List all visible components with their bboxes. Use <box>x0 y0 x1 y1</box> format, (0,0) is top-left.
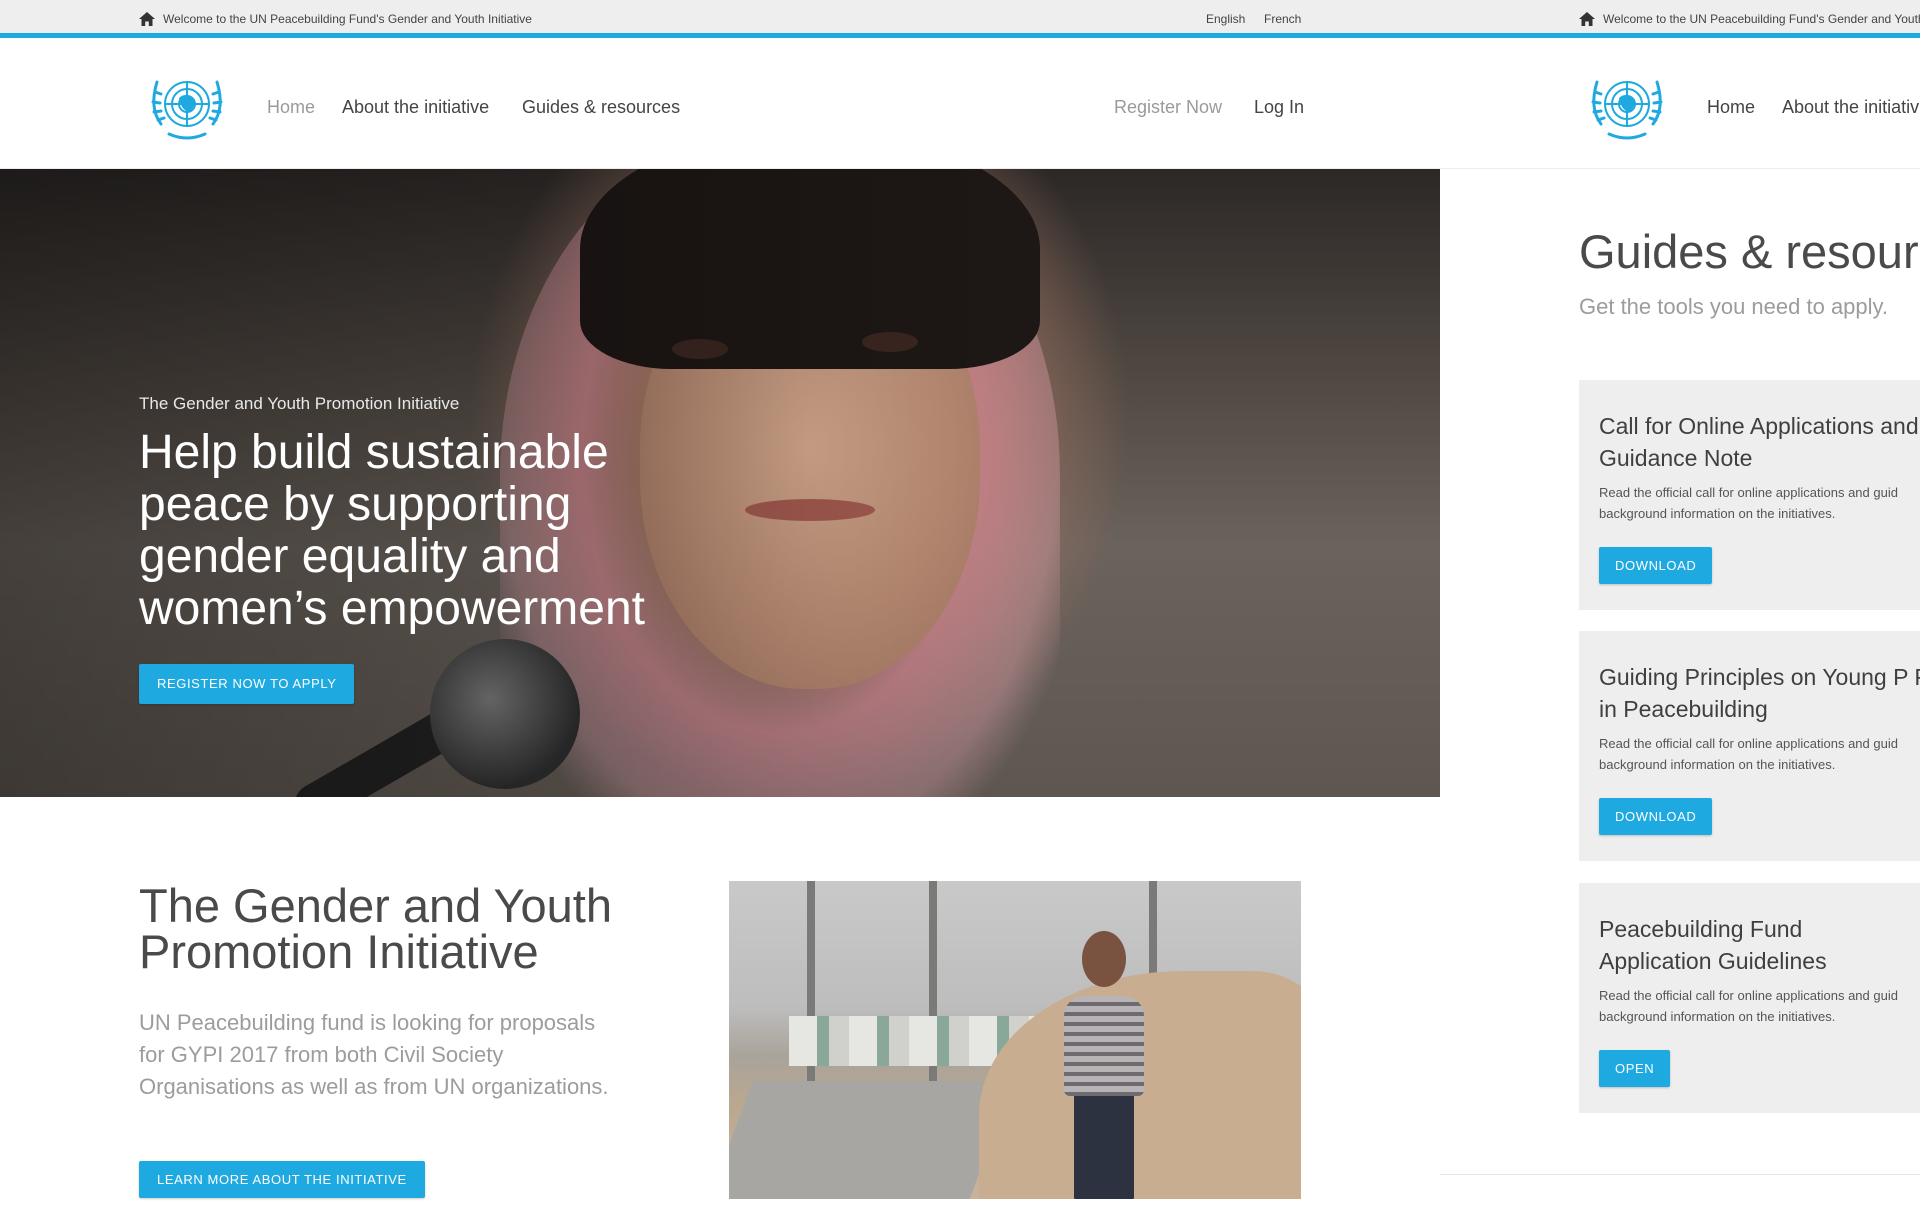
resource-card-title: Guiding Principles on Young P Participat… <box>1599 664 1920 722</box>
nav-home[interactable]: Home <box>1707 97 1755 118</box>
home-icon <box>139 12 155 26</box>
main-page-pane: Welcome to the UN Peacebuilding Fund's G… <box>0 0 1440 1230</box>
resource-card-text-line: Read the official call for online applic… <box>1599 485 1898 500</box>
site-header: Home About the initiativ <box>1440 43 1920 169</box>
download-button[interactable]: DOWNLOAD <box>1599 798 1713 835</box>
resource-card-text: Read the official call for online applic… <box>1599 733 1920 775</box>
resource-card-title: Peacebuilding Fund Application Guideline… <box>1599 916 1827 974</box>
photo-child-sweater <box>1064 996 1144 1096</box>
photo-child-head <box>1082 931 1126 987</box>
welcome-text: Welcome to the UN Peacebuilding Fund's G… <box>163 12 532 26</box>
language-english[interactable]: English <box>1206 12 1245 26</box>
resource-card-text: Read the official call for online applic… <box>1599 482 1920 524</box>
photo-child-legs <box>1074 1091 1134 1199</box>
intro-title: The Gender and Youth Promotion Initiativ… <box>139 879 613 978</box>
top-strip: Welcome to the UN Peacebuilding Fund's G… <box>1440 0 1920 38</box>
resource-card-text-line: background information on the initiative… <box>1599 1009 1836 1024</box>
photo-road <box>729 1081 1013 1199</box>
resource-card-text: Read the official call for online applic… <box>1599 985 1920 1027</box>
resource-card-text-line: Read the official call for online applic… <box>1599 988 1898 1003</box>
welcome-message: Welcome to the UN Peacebuilding Fund's G… <box>139 12 532 26</box>
nav-login[interactable]: Log In <box>1254 97 1304 118</box>
register-apply-button[interactable]: REGISTER NOW TO APPLY <box>139 664 355 704</box>
language-french[interactable]: French <box>1264 12 1301 26</box>
learn-more-button[interactable]: LEARN MORE ABOUT THE INITIATIVE <box>139 1161 425 1198</box>
nav-guides[interactable]: Guides & resources <box>522 97 680 118</box>
download-button[interactable]: DOWNLOAD <box>1599 547 1713 584</box>
un-emblem-icon[interactable] <box>1579 68 1675 144</box>
top-strip: Welcome to the UN Peacebuilding Fund's G… <box>0 0 1440 38</box>
resource-card: Peacebuilding Fund Application Guideline… <box>1579 883 1920 1113</box>
guides-subtitle: Get the tools you need to apply. <box>1579 294 1889 319</box>
guides-title: Guides & resourc <box>1579 225 1920 278</box>
nav-home[interactable]: Home <box>267 97 315 118</box>
nav-register[interactable]: Register Now <box>1114 97 1222 118</box>
guides-page-pane: Welcome to the UN Peacebuilding Fund's G… <box>1440 0 1920 1230</box>
resource-card-text-line: background information on the initiative… <box>1599 506 1836 521</box>
resource-card-text-line: Read the official call for online applic… <box>1599 736 1898 751</box>
nav-about[interactable]: About the initiative <box>342 97 489 118</box>
welcome-message: Welcome to the UN Peacebuilding Fund's G… <box>1579 12 1920 26</box>
photo-pole <box>807 881 815 1101</box>
nav-about[interactable]: About the initiativ <box>1782 97 1919 118</box>
un-emblem-icon[interactable] <box>139 68 235 144</box>
hero-title: Help build sustainable peace by supporti… <box>139 426 645 635</box>
child-photo <box>729 881 1301 1199</box>
photo-pole <box>929 881 937 1101</box>
site-header: Home About the initiative Guides & resou… <box>0 43 1440 169</box>
intro-text: UN Peacebuilding fund is looking for pro… <box>139 1010 609 1099</box>
resource-card-text-line: background information on the initiative… <box>1599 757 1836 772</box>
open-button[interactable]: OPEN <box>1599 1050 1671 1087</box>
resource-card-title: Call for Online Applications and Guidanc… <box>1599 413 1919 471</box>
resource-card: Guiding Principles on Young P Participat… <box>1579 631 1920 861</box>
divider <box>1440 1174 1920 1175</box>
welcome-text: Welcome to the UN Peacebuilding Fund's G… <box>1603 12 1920 26</box>
resource-card: Call for Online Applications and Guidanc… <box>1579 380 1920 610</box>
hero-banner: The Gender and Youth Promotion Initiativ… <box>0 169 1440 797</box>
home-icon <box>1579 12 1595 26</box>
hero-eyebrow: The Gender and Youth Promotion Initiativ… <box>139 394 460 413</box>
